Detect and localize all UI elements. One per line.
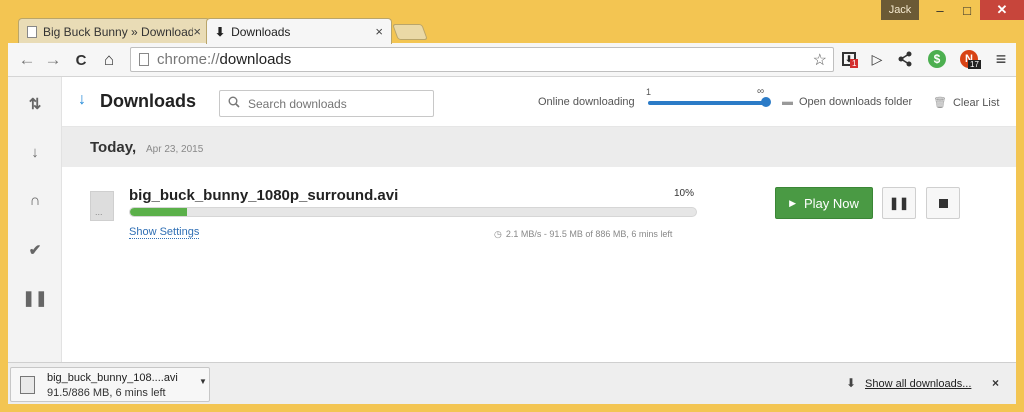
back-button[interactable]: ← [16,49,38,71]
search-icon [228,96,240,111]
stop-button[interactable] [926,187,960,219]
file-icon: ... [90,191,114,221]
download-progress-bar [129,207,697,217]
sidebar: ⇅ ↓ ∩ ✔ ❚❚ [8,77,62,362]
tab-close-icon[interactable]: × [375,24,383,39]
play-ext-icon[interactable]: ▷ [866,48,888,70]
tab-title: Big Buck Bunny » Download [43,24,194,39]
download-arrow-icon: ⬇ [215,24,226,39]
download-file-name[interactable]: big_buck_bunny_1080p_surround.avi [129,187,398,204]
minimize-button[interactable]: – [926,0,954,20]
address-bar[interactable]: chrome://downloads ☆ [130,47,834,72]
open-downloads-folder-link[interactable]: ▬ Open downloads folder [782,96,912,108]
maximize-button[interactable]: □ [954,0,980,20]
clear-list-link[interactable]: 🗑 Clear List [933,96,999,109]
download-speed-status: ◷ 2.1 MB/s - 91.5 MB of 886 MB, 6 mins le… [494,229,673,239]
reload-button[interactable]: C [70,49,92,71]
shelf-download-item[interactable]: big_buck_bunny_108....avi 91.5/886 MB, 6… [10,367,210,402]
magnet-icon[interactable]: ∩ [8,185,62,215]
date-group-header: Today, Apr 23, 2015 [62,127,1016,167]
download-badge: 1 [850,59,859,68]
n-ext-icon[interactable]: N 17 [958,48,981,70]
downloads-page: ⇅ ↓ ∩ ✔ ❚❚ ↓ Downloads Online downloadin… [8,77,1016,362]
n-ext-badge: 17 [968,60,981,69]
download-limit-slider[interactable] [648,101,766,105]
video-file-icon [20,376,35,394]
home-button[interactable]: ⌂ [98,49,120,71]
date-group-label: Today, [90,139,137,156]
download-progress-fill [130,208,187,216]
sort-icon[interactable]: ⇅ [8,89,62,119]
download-item: ... big_buck_bunny_1080p_surround.avi 10… [62,167,1016,257]
slider-handle[interactable] [761,97,771,107]
download-ext-icon[interactable]: ⬇ 1 [838,48,860,70]
download-shelf: big_buck_bunny_108....avi 91.5/886 MB, 6… [8,362,1016,404]
show-all-downloads-link[interactable]: Show all downloads... [865,378,971,390]
page-icon [139,53,149,66]
new-tab-button[interactable] [392,24,428,40]
search-box[interactable] [219,90,434,117]
date-group-date: Apr 23, 2015 [146,144,204,155]
slider-max-label: ∞ [757,86,765,97]
show-settings-link[interactable]: Show Settings [129,226,200,239]
paused-icon[interactable]: ❚❚ [8,283,62,313]
search-input[interactable] [248,96,418,111]
play-now-button[interactable]: ▶ Play Now [775,187,873,219]
completed-check-icon[interactable]: ✔ [8,235,62,265]
tab-title: Downloads [231,24,291,39]
browser-toolbar: ← → C ⌂ chrome://downloads ☆ ⬇ 1 ▷ $ N 1… [8,43,1016,77]
pause-button[interactable]: ❚❚ [882,187,916,219]
chevron-down-icon[interactable]: ▼ [199,377,207,386]
page-title: Downloads [100,91,197,111]
tab-close-icon[interactable]: × [193,24,201,39]
shelf-file-name: big_buck_bunny_108....avi [47,372,178,384]
share-ext-icon[interactable] [894,48,916,70]
downloads-arrow-icon: ↓ [78,91,86,108]
money-ext-icon[interactable]: $ [926,48,948,70]
tab-big-buck-bunny[interactable]: Big Buck Bunny » Download × [18,18,210,44]
bookmark-star-icon[interactable]: ☆ [813,50,827,70]
page-icon [27,25,37,38]
download-filter-icon[interactable]: ↓ [8,137,62,167]
online-downloading-label: Online downloading [538,96,635,108]
folder-icon: ▬ [782,96,793,108]
shelf-status: 91.5/886 MB, 6 mins left [47,387,166,399]
tab-downloads[interactable]: ⬇ Downloads × [206,18,392,44]
title-bar: Jack – □ ✕ Big Buck Bunny » Download × ⬇… [0,0,1024,44]
forward-button[interactable]: → [42,49,64,71]
slider-min-label: 1 [646,87,652,97]
url-scheme: chrome:// [157,51,220,68]
clock-icon: ◷ [494,229,502,239]
menu-icon[interactable]: ≡ [990,48,1012,70]
page-header: ↓ Downloads Online downloading 1 ∞ ▬Open… [62,77,1016,127]
close-window-button[interactable]: ✕ [980,0,1024,20]
download-icon: ⬇ [846,376,857,390]
user-profile-badge[interactable]: Jack [881,0,919,20]
trash-icon: 🗑 [933,97,947,109]
stop-icon [938,198,948,208]
shelf-close-button[interactable]: × [992,376,999,390]
play-icon: ▶ [789,197,796,208]
url-path: downloads [219,51,292,68]
download-percent: 10% [674,188,695,199]
pause-icon: ❚❚ [888,196,910,210]
